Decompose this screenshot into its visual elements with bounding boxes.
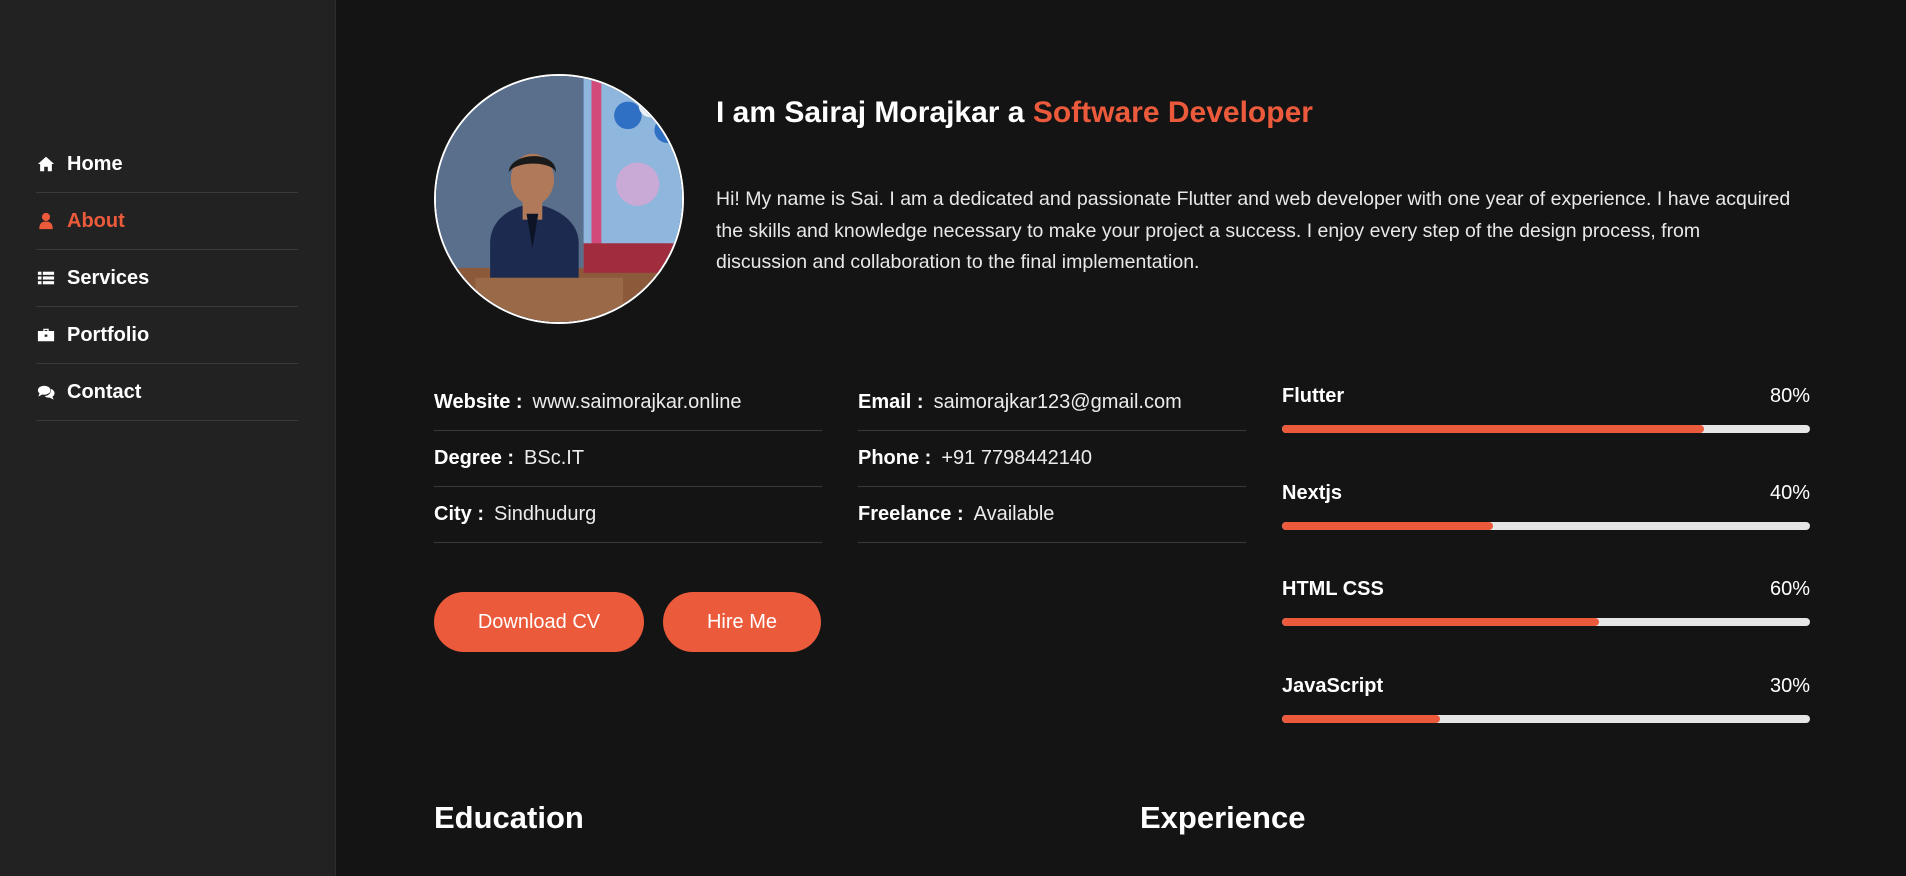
sidebar-nav: Home About Services Portfolio Contact — [36, 136, 298, 421]
about-section: I am Sairaj Morajkar a Software Develope… — [336, 0, 1906, 876]
info-row-city: City : Sindhudurg — [434, 487, 822, 543]
skill-progress-bar — [1282, 714, 1810, 723]
sidebar-item-label: Contact — [67, 380, 142, 403]
skill-progress-bar — [1282, 618, 1810, 626]
skill-percent: 40% — [1769, 481, 1810, 504]
info-label: Degree : — [434, 447, 515, 469]
skill-progress-fill — [1282, 521, 1494, 530]
info-value: www.saimorajkar.online — [532, 391, 742, 413]
skill-name: Flutter — [1282, 385, 1345, 407]
skill-progress-fill — [1282, 425, 1705, 433]
skill-item: Nextjs 40% — [1282, 482, 1810, 579]
sidebar-item-label: About — [67, 209, 125, 232]
info-value: Available — [973, 503, 1055, 525]
skill-progress-fill — [1282, 618, 1599, 626]
info-label: City : — [434, 503, 484, 525]
intro-description: Hi! My name is Sai. I am a dedicated and… — [716, 188, 1791, 273]
intro-title-prefix: I am Sairaj Morajkar a — [716, 96, 1033, 129]
skill-progress-bar — [1282, 521, 1810, 530]
skill-name: HTML CSS — [1282, 578, 1384, 600]
list-icon — [36, 268, 56, 288]
sidebar-item-portfolio[interactable]: Portfolio — [36, 307, 298, 364]
info-row-phone: Phone : +91 7798442140 — [858, 431, 1246, 487]
sidebar-item-about[interactable]: About — [36, 193, 298, 250]
sidebar-item-label: Portfolio — [67, 323, 150, 346]
skill-percent: 30% — [1769, 674, 1810, 697]
intro-title: I am Sairaj Morajkar a Software Develope… — [716, 96, 1313, 130]
skill-progress-bar — [1282, 425, 1810, 433]
sidebar-item-home[interactable]: Home — [36, 136, 298, 193]
skill-name: JavaScript — [1282, 674, 1384, 697]
info-row-email: Email : saimorajkar123@gmail.com — [858, 375, 1246, 431]
skill-percent: 60% — [1769, 578, 1810, 600]
info-value: +91 7798442140 — [941, 447, 1093, 469]
skill-percent: 80% — [1769, 385, 1810, 407]
intro-title-role: Software Developer — [1032, 96, 1313, 129]
skill-progress-fill — [1282, 714, 1441, 723]
skill-item: Flutter 80% — [1282, 385, 1810, 482]
info-value: BSc.IT — [524, 447, 585, 469]
hire-me-button[interactable]: Hire Me — [663, 592, 821, 652]
comments-icon — [36, 382, 56, 402]
user-icon — [36, 211, 56, 231]
sidebar-item-label: Home — [67, 152, 123, 175]
info-row-website: Website : www.saimorajkar.online — [434, 375, 822, 431]
info-value: Sindhudurg — [494, 503, 597, 525]
sidebar-item-contact[interactable]: Contact — [36, 364, 298, 421]
sidebar: Home About Services Portfolio Contact — [0, 0, 336, 876]
info-row-degree: Degree : BSc.IT — [434, 431, 822, 487]
sidebar-item-services[interactable]: Services — [36, 250, 298, 307]
info-label: Email : — [858, 391, 924, 413]
briefcase-icon — [36, 325, 56, 345]
info-list-left: Website : www.saimorajkar.online Degree … — [434, 375, 822, 543]
info-label: Phone : — [858, 447, 932, 469]
info-list-right: Email : saimorajkar123@gmail.com Phone :… — [858, 375, 1246, 543]
education-heading: Education — [434, 800, 584, 835]
sidebar-item-label: Services — [67, 266, 150, 289]
experience-heading: Experience — [1140, 800, 1306, 835]
skill-name: Nextjs — [1282, 481, 1343, 504]
skill-item: JavaScript 30% — [1282, 675, 1810, 772]
info-label: Freelance : — [858, 503, 964, 525]
info-label: Website : — [434, 391, 523, 413]
profile-photo — [434, 74, 684, 324]
info-row-freelance: Freelance : Available — [858, 487, 1246, 543]
home-icon — [36, 154, 56, 174]
skill-item: HTML CSS 60% — [1282, 578, 1810, 675]
skills-list: Flutter 80% Nextjs 40% HTML CSS 60% Java… — [1282, 385, 1810, 771]
info-value: saimorajkar123@gmail.com — [933, 391, 1182, 413]
download-cv-button[interactable]: Download CV — [434, 592, 644, 652]
